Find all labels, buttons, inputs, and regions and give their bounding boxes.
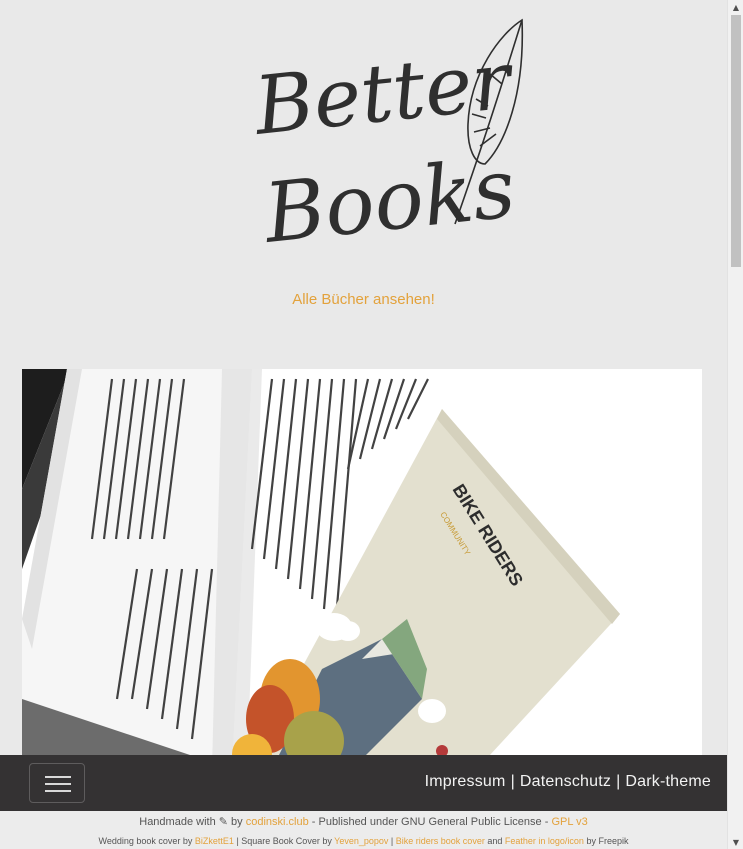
codinski-link[interactable]: codinski.club bbox=[246, 816, 309, 828]
magic-wand-icon: ✎ bbox=[218, 816, 228, 828]
nav-separator: | bbox=[616, 773, 621, 790]
datenschutz-link[interactable]: Datenschutz bbox=[520, 773, 611, 790]
navbar-links: Impressum | Datenschutz | Dark-theme bbox=[425, 773, 711, 791]
browse-all-books-link[interactable]: Alle Bücher ansehen! bbox=[0, 291, 727, 308]
nav-separator: | bbox=[510, 773, 515, 790]
feather-icon-link[interactable]: Feather in logo/icon bbox=[505, 836, 584, 846]
bike-riders-cover-link[interactable]: Bike riders book cover bbox=[396, 836, 485, 846]
logo-line-books: Books bbox=[258, 141, 519, 262]
page-footer: Handmade with ✎ by codinski.club - Publi… bbox=[0, 811, 727, 849]
navbar-toggler-button[interactable] bbox=[29, 763, 85, 803]
logo-line-better: Better bbox=[250, 33, 519, 153]
better-books-logo: Better Books bbox=[250, 18, 524, 262]
scroll-up-icon[interactable]: ▲ bbox=[728, 0, 743, 14]
footer-attributions: Wedding book cover by BiZkettE1 | Square… bbox=[98, 836, 629, 846]
hero-image: BIKE RIDERS COMMUNITY bbox=[22, 369, 702, 769]
vertical-scrollbar[interactable]: ▲ ▼ bbox=[727, 0, 743, 849]
impressum-link[interactable]: Impressum bbox=[425, 773, 506, 790]
page-viewport: Better Books Alle Bücher ansehen! BIKE R… bbox=[0, 0, 727, 849]
bottom-navbar: Impressum | Datenschutz | Dark-theme bbox=[0, 755, 727, 811]
gpl-link[interactable]: GPL v3 bbox=[551, 816, 587, 828]
hamburger-icon bbox=[45, 776, 71, 778]
footer-credits: Handmade with ✎ by codinski.club - Publi… bbox=[139, 816, 588, 828]
scroll-thumb[interactable] bbox=[731, 15, 741, 267]
bizkette1-link[interactable]: BiZkettE1 bbox=[195, 836, 234, 846]
scroll-down-icon[interactable]: ▼ bbox=[728, 835, 743, 849]
yeven-popov-link[interactable]: Yeven_popov bbox=[334, 836, 388, 846]
dark-theme-link[interactable]: Dark-theme bbox=[625, 773, 711, 790]
